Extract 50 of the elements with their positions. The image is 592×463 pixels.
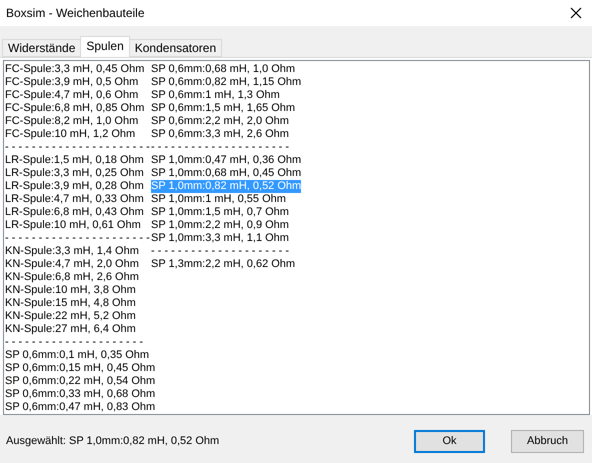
list-item[interactable]: - - - - - - - - - - - - - - - - - - - - - -: [5, 141, 150, 154]
list-item[interactable]: SP 0,6mm:1,5 mH, 1,65 Ohm: [151, 102, 296, 115]
dialog-button[interactable]: Ok: [414, 430, 485, 452]
list-item[interactable]: LR-Spule:3,3 mH, 0,25 Ohm: [5, 167, 144, 180]
list-item[interactable]: SP 0,6mm:1 mH, 1,3 Ohm: [151, 89, 280, 102]
list-item[interactable]: FC-Spule:8,2 mH, 1,0 Ohm: [5, 115, 138, 128]
tab[interactable]: Spulen: [80, 36, 130, 57]
list-item[interactable]: LR-Spule:4,7 mH, 0,33 Ohm: [5, 193, 144, 206]
list-item[interactable]: SP 0,6mm:0,68 mH, 1,0 Ohm: [151, 63, 296, 76]
list-item[interactable]: KN-Spule:22 mH, 5,2 Ohm: [5, 310, 136, 323]
list-item[interactable]: SP 0,6mm:0,33 mH, 0,68 Ohm: [5, 388, 156, 401]
list-item[interactable]: KN-Spule:3,3 mH, 1,4 Ohm: [5, 245, 139, 258]
list-item[interactable]: - - - - - - - - - - - - - - - - - - - - -: [151, 141, 290, 154]
list-item[interactable]: KN-Spule:27 mH, 6,4 Ohm: [5, 323, 136, 336]
list-item[interactable]: SP 0,6mm:0,82 mH, 1,15 Ohm: [151, 76, 302, 89]
list-item[interactable]: SP 0,6mm:2,2 mH, 2,0 Ohm: [151, 115, 289, 128]
dialog-button[interactable]: Abbruch: [511, 430, 584, 452]
close-icon[interactable]: [570, 7, 582, 19]
list-item[interactable]: LR-Spule:6,8 mH, 0,43 Ohm: [5, 206, 144, 219]
list-item[interactable]: SP 0,6mm:0,1 mH, 0,35 Ohm: [5, 349, 150, 362]
list-item[interactable]: FC-Spule:6,8 mH, 0,85 Ohm: [5, 102, 144, 115]
list-item[interactable]: SP 0,6mm:0,22 mH, 0,54 Ohm: [5, 375, 156, 388]
list-item[interactable]: SP 1,0mm:3,3 mH, 1,1 Ohm: [151, 232, 289, 245]
list-item[interactable]: - - - - - - - - - - - - - - - - - - - - -: [151, 245, 290, 258]
list-item[interactable]: KN-Spule:10 mH, 3,8 Ohm: [5, 284, 136, 297]
list-item[interactable]: KN-Spule:4,7 mH, 2,0 Ohm: [5, 258, 139, 271]
list-item[interactable]: SP 1,3mm:2,2 mH, 0,62 Ohm: [151, 258, 296, 271]
list-item[interactable]: SP 1,0mm:0,47 mH, 0,36 Ohm: [151, 154, 302, 167]
list-item[interactable]: FC-Spule:3,3 mH, 0,45 Ohm: [5, 63, 144, 76]
list-item[interactable]: FC-Spule:10 mH, 1,2 Ohm: [5, 128, 136, 141]
list-item[interactable]: SP 0,6mm:0,47 mH, 0,83 Ohm: [5, 401, 156, 414]
status-text: Ausgewählt: SP 1,0mm:0,82 mH, 0,52 Ohm: [6, 435, 220, 447]
list-item[interactable]: LR-Spule:3,9 mH, 0,28 Ohm: [5, 180, 144, 193]
list-item[interactable]: SP 0,6mm:3,3 mH, 2,6 Ohm: [151, 128, 289, 141]
list-item[interactable]: FC-Spule:3,9 mH, 0,5 Ohm: [5, 76, 138, 89]
list-item[interactable]: LR-Spule:1,5 mH, 0,18 Ohm: [5, 154, 144, 167]
tab[interactable]: Kondensatoren: [128, 39, 222, 57]
tab[interactable]: Widerstände: [2, 39, 82, 57]
list-item[interactable]: SP 1,0mm:1,5 mH, 0,7 Ohm: [151, 206, 289, 219]
list-item[interactable]: KN-Spule:6,8 mH, 2,6 Ohm: [5, 271, 139, 284]
list-item[interactable]: - - - - - - - - - - - - - - - - - - - - -: [5, 336, 144, 349]
list-item[interactable]: LR-Spule:10 mH, 0,61 Ohm: [5, 219, 141, 232]
window-title: Boxsim - Weichenbauteile: [6, 6, 145, 20]
list-item[interactable]: - - - - - - - - - - - - - - - - - - - - - -: [5, 232, 150, 245]
list-item[interactable]: SP 1,0mm:0,68 mH, 0,45 Ohm: [151, 167, 302, 180]
list-item[interactable]: SP 0,6mm:0,15 mH, 0,45 Ohm: [5, 362, 156, 375]
list-item[interactable]: SP 1,0mm:2,2 mH, 0,9 Ohm: [151, 219, 289, 232]
list-item[interactable]: KN-Spule:15 mH, 4,8 Ohm: [5, 297, 136, 310]
list-item[interactable]: SP 1,0mm:1 mH, 0,55 Ohm: [151, 193, 286, 206]
list-item[interactable]: FC-Spule:4,7 mH, 0,6 Ohm: [5, 89, 138, 102]
